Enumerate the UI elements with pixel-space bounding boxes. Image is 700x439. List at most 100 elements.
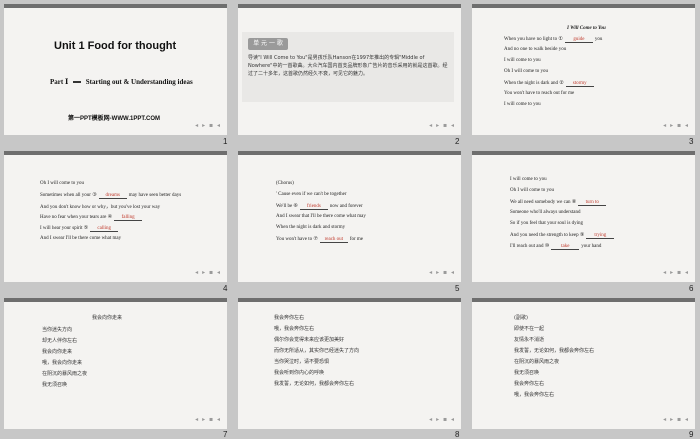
translation-line: 哦，我会奔你左右 bbox=[274, 326, 315, 332]
lyric-line: I will come to you bbox=[510, 177, 547, 182]
lyric-line: Oh I will come to you bbox=[510, 188, 555, 193]
nav-arrows-icon: ◂ ▸ ▪ ◂ bbox=[663, 416, 689, 423]
lyric-line: And I swear I'll be there come what may bbox=[40, 236, 122, 241]
translation-line: 友情永不消逝 bbox=[514, 337, 545, 343]
lyric-line: I will hear your spirit ⑤ calling bbox=[40, 225, 120, 232]
lyric-line: Sometimes when all your ③ dreams may have … bbox=[40, 193, 182, 199]
translation-line: 我无须召唤 bbox=[42, 382, 68, 388]
lyric-line: I will come to you bbox=[504, 58, 541, 63]
part-mark: Ⅰ bbox=[64, 78, 69, 86]
lyric-line: And no one to walk beside you bbox=[504, 47, 567, 52]
lyric-line: Oh I will come to you bbox=[504, 69, 549, 74]
lyric-line: I will come to you bbox=[504, 102, 541, 107]
lyric-line: When the night is dark and stormy bbox=[276, 225, 346, 230]
answer-blank: stormy bbox=[565, 81, 594, 87]
lyrics-block: I will come to you Oh I will come to you… bbox=[472, 151, 695, 282]
lyric-line: I'll reach out and ⑩ take your hand bbox=[510, 244, 602, 250]
answer-blank: trying bbox=[586, 233, 615, 239]
translation-line: 即使不在一起 bbox=[514, 326, 545, 332]
slide-number-5: 5 bbox=[455, 284, 460, 293]
translation-line: 在阴沉的暴风雨之夜 bbox=[42, 371, 88, 377]
slide-thumbnail-9[interactable]: (副歌) 即使不在一起 友情永不消逝 我发誓，无论如何，我都会奔你左右 在阴沉的… bbox=[472, 298, 695, 429]
slide-number-1: 1 bbox=[223, 137, 228, 146]
slide-title: Unit 1 Food for thought bbox=[54, 40, 177, 52]
nav-arrows-icon: ◂ ▸ ▪ ◂ bbox=[663, 122, 689, 129]
dash-icon bbox=[73, 80, 81, 83]
nav-arrows-icon: ◂ ▸ ▪ ◂ bbox=[429, 416, 455, 423]
translation-line: 却无人伴你左右 bbox=[42, 338, 78, 344]
lyric-line: So if you feel that your soul is dying bbox=[510, 221, 584, 226]
translation-line: 我会向你走来 bbox=[42, 349, 73, 355]
lyric-line: And you don't know how or why，but you've… bbox=[40, 205, 161, 210]
translation-line: 我会奔你左右 bbox=[274, 315, 305, 321]
translation-line: 我无须召唤 bbox=[514, 370, 540, 376]
lyric-line: When the night is dark and ② stormy bbox=[504, 80, 596, 87]
nav-arrows-icon: ◂ ▸ ▪ ◂ bbox=[195, 416, 221, 423]
lyrics-block: (Chorus) ' Cause even if we can't be tog… bbox=[238, 151, 461, 282]
subtitle-text: Starting out & Understanding ideas bbox=[85, 78, 193, 86]
slide-number-3: 3 bbox=[689, 137, 694, 146]
lyric-line: We all need somebody we can ⑧ turn to bbox=[510, 199, 608, 206]
translation-line: 当你哭泣时，请不要恐惧 bbox=[274, 359, 330, 365]
answer-blank: turn to bbox=[578, 200, 607, 206]
lyric-line: (Chorus) bbox=[276, 181, 294, 186]
translation-line: 我发誓，无论如何，我都会奔你左右 bbox=[514, 348, 595, 354]
translation-block: 我会奔你左右 哦，我会奔你左右 偶尔你会觉得未来应该更加美好 而你无所适从，其实… bbox=[238, 298, 461, 429]
nav-arrows-icon: ◂ ▸ ▪ ◂ bbox=[195, 269, 221, 276]
answer-blank: friends bbox=[299, 204, 328, 210]
translation-line: 哦，我会奔你左右 bbox=[514, 392, 555, 398]
answer-blank: falling bbox=[114, 215, 143, 221]
slide-number-6: 6 bbox=[689, 284, 694, 293]
answer-blank: reach out bbox=[319, 237, 348, 243]
slide-thumbnail-6[interactable]: I will come to you Oh I will come to you… bbox=[472, 151, 695, 282]
lyrics-block: Oh I will come to you Sometimes when all… bbox=[4, 151, 227, 282]
lyric-line: Have no fear when your tears are ④ fallin… bbox=[40, 214, 144, 221]
slide-thumbnail-3[interactable]: I Will Come to You When you have no ligh… bbox=[472, 4, 695, 135]
slide-thumbnail-5[interactable]: (Chorus) ' Cause even if we can't be tog… bbox=[238, 151, 461, 282]
lyric-line: When you have no light to ① guide you bbox=[504, 37, 603, 43]
translation-line: 哦，我会向你走来 bbox=[42, 360, 83, 366]
lyric-line: We'll be ⑥ friends now and forever bbox=[276, 204, 363, 210]
lyric-line: You won't have to ⑦ reach out for me bbox=[276, 237, 364, 243]
translation-block: (副歌) 即使不在一起 友情永不消逝 我发誓，无论如何，我都会奔你左右 在阴沉的… bbox=[472, 298, 695, 429]
lyric-line: And I swear that I'll be there come what… bbox=[276, 214, 366, 219]
answer-blank: calling bbox=[90, 226, 119, 232]
slide-sorter-grid: Unit 1 Food for thought Part Ⅰ Starting … bbox=[0, 0, 700, 439]
translation-title: 我会向你走来 bbox=[92, 315, 123, 321]
answer-blank: take bbox=[551, 244, 580, 250]
answer-blank: dreams bbox=[98, 193, 127, 199]
lyric-line: Oh I will come to you bbox=[40, 181, 85, 186]
translation-line: 而你无所适从，其实你已经迷失了方向 bbox=[274, 348, 360, 354]
part-label: Part bbox=[50, 78, 64, 86]
answer-blank: guide bbox=[564, 37, 593, 43]
song-title: I Will Come to You bbox=[567, 26, 606, 31]
translation-line: 偶尔你会觉得未来应该更加美好 bbox=[274, 337, 345, 343]
nav-arrows-icon: ◂ ▸ ▪ ◂ bbox=[195, 122, 221, 129]
lyric-line: You won't have to reach out for me bbox=[504, 91, 575, 96]
translation-line: 我会奔你左右 bbox=[514, 381, 545, 387]
slide-thumbnail-2[interactable]: 单 元 一 歌 导读"I Will Come to You"是男孩乐队Hanso… bbox=[238, 4, 461, 135]
slide-thumbnail-4[interactable]: Oh I will come to you Sometimes when all… bbox=[4, 151, 227, 282]
slide-number-4: 4 bbox=[223, 284, 228, 293]
slide-thumbnail-8[interactable]: 我会奔你左右 哦，我会奔你左右 偶尔你会觉得未来应该更加美好 而你无所适从，其实… bbox=[238, 298, 461, 429]
nav-arrows-icon: ◂ ▸ ▪ ◂ bbox=[429, 269, 455, 276]
translation-line: 我会听到你内心的呼唤 bbox=[274, 370, 325, 376]
intro-paragraph: 导读"I Will Come to You"是男孩乐队Hanson在1997年推… bbox=[248, 55, 448, 77]
nav-arrows-icon: ◂ ▸ ▪ ◂ bbox=[663, 269, 689, 276]
slide-subtitle: Part Ⅰ Starting out & Understanding idea… bbox=[50, 77, 193, 86]
translation-line: 在阴沉的暴风雨之夜 bbox=[514, 359, 560, 365]
translation-line: 当你迷失方向 bbox=[42, 327, 73, 333]
section-badge: 单 元 一 歌 bbox=[248, 38, 288, 50]
lyric-line: ' Cause even if we can't be together bbox=[276, 192, 347, 197]
slide-thumbnail-7[interactable]: 我会向你走来 当你迷失方向 却无人伴你左右 我会向你走来 哦，我会向你走来 在阴… bbox=[4, 298, 227, 429]
lyric-line: Someone who'll always understand bbox=[510, 210, 581, 215]
slide-thumbnail-1[interactable]: Unit 1 Food for thought Part Ⅰ Starting … bbox=[4, 4, 227, 135]
translation-line: 我发誓，无论如何，我都会奔你左右 bbox=[274, 381, 355, 387]
slide-number-2: 2 bbox=[455, 137, 460, 146]
website-text: 第一PPT模板网-WWW.1PPT.COM bbox=[68, 116, 160, 122]
lyrics-block: I Will Come to You When you have no ligh… bbox=[472, 4, 695, 135]
translation-line: (副歌) bbox=[514, 315, 528, 321]
translation-block: 我会向你走来 当你迷失方向 却无人伴你左右 我会向你走来 哦，我会向你走来 在阴… bbox=[4, 298, 227, 429]
lyric-line: And you need the strength to keep ⑨ tryin… bbox=[510, 232, 616, 239]
nav-arrows-icon: ◂ ▸ ▪ ◂ bbox=[429, 122, 455, 129]
